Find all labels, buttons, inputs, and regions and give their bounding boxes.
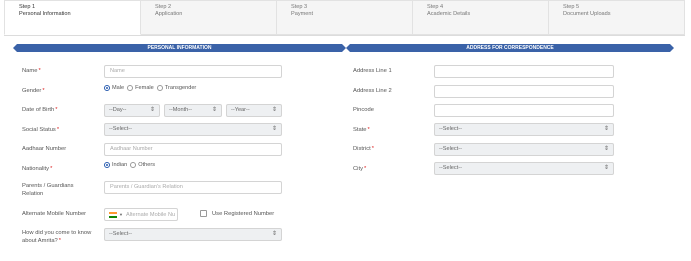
pincode-input[interactable] xyxy=(434,104,614,117)
radio-icon[interactable] xyxy=(156,85,163,91)
radio-icon[interactable] xyxy=(127,85,134,91)
nationality-label: Nationality* xyxy=(22,166,53,172)
updown-caret-icon: ⇕ xyxy=(603,126,609,132)
radio-checked-icon[interactable] xyxy=(104,85,110,91)
state-label: State* xyxy=(353,127,370,133)
city-select[interactable]: --Select-- ⇕ xyxy=(434,162,614,175)
updown-caret-icon: ⇕ xyxy=(149,107,155,113)
caret-down-icon[interactable]: ▼ xyxy=(119,212,123,217)
radio-checked-icon[interactable] xyxy=(104,162,110,168)
guardian-label: Parents / Guardians Relation xyxy=(22,183,74,197)
source-select[interactable]: --Select-- ⇕ xyxy=(104,228,282,241)
dob-label: Date of Birth* xyxy=(22,107,58,113)
gender-radio-group: Male Female Transgender xyxy=(104,85,199,91)
step-number: Step 5 xyxy=(563,4,580,10)
personal-info-banner: PERSONAL INFORMATION xyxy=(13,44,346,52)
step-title: Payment xyxy=(291,11,314,17)
source-label: How did you come to know about Amrita?* xyxy=(22,230,92,244)
name-label: Name* xyxy=(22,68,41,74)
district-select[interactable]: --Select-- ⇕ xyxy=(434,143,614,156)
aadhaar-label: Aadhaar Number xyxy=(22,146,67,152)
step-title: Application xyxy=(155,11,183,17)
nationality-others-option[interactable]: Others xyxy=(130,162,155,168)
step-3-tab[interactable]: Step 3 Payment xyxy=(277,0,413,35)
step-title: Academic Details xyxy=(427,11,471,17)
social-status-select[interactable]: --Select-- ⇕ xyxy=(104,123,282,136)
dob-month-select[interactable]: --Month-- ⇕ xyxy=(164,104,222,117)
updown-caret-icon: ⇕ xyxy=(271,126,277,132)
aadhaar-input[interactable]: Aadhaar Number xyxy=(104,143,282,156)
step-title: Document Uploads xyxy=(563,11,611,17)
checkbox-icon[interactable] xyxy=(200,210,207,217)
radio-icon[interactable] xyxy=(130,162,137,168)
address-line1-label: Address Line 1 xyxy=(353,68,392,74)
step-title: Personal Information xyxy=(19,11,71,17)
district-label: District* xyxy=(353,146,374,152)
address-line2-label: Address Line 2 xyxy=(353,88,392,94)
alt-mobile-input[interactable]: ▼ Alternate Mobile Nu xyxy=(104,208,178,221)
steps-bar: Step 1 Personal Information Step 2 Appli… xyxy=(4,0,685,36)
updown-caret-icon: ⇕ xyxy=(603,165,609,171)
step-1-tab[interactable]: Step 1 Personal Information xyxy=(4,0,141,35)
step-5-tab[interactable]: Step 5 Document Uploads xyxy=(549,0,685,35)
gender-female-option[interactable]: Female xyxy=(127,85,154,91)
india-flag-icon[interactable] xyxy=(109,211,117,218)
state-select[interactable]: --Select-- ⇕ xyxy=(434,123,614,136)
updown-caret-icon: ⇕ xyxy=(211,107,217,113)
use-registered-number[interactable]: Use Registered Number xyxy=(200,210,274,217)
city-label: City* xyxy=(353,166,367,172)
dob-day-select[interactable]: --Day-- ⇕ xyxy=(104,104,160,117)
pincode-label: Pincode xyxy=(353,107,374,113)
name-input[interactable]: Name xyxy=(104,65,282,78)
dob-year-select[interactable]: --Year-- ⇕ xyxy=(226,104,282,117)
gender-transgender-option[interactable]: Transgender xyxy=(156,85,196,91)
updown-caret-icon: ⇕ xyxy=(271,107,277,113)
nationality-indian-option[interactable]: Indian xyxy=(104,162,127,168)
step-4-tab[interactable]: Step 4 Academic Details xyxy=(413,0,549,35)
step-number: Step 3 xyxy=(291,4,308,10)
step-number: Step 2 xyxy=(155,4,172,10)
step-number: Step 1 xyxy=(19,4,36,10)
step-number: Step 4 xyxy=(427,4,444,10)
updown-caret-icon: ⇕ xyxy=(603,146,609,152)
address-line1-input[interactable] xyxy=(434,65,614,78)
guardian-input[interactable]: Parents / Guardian's Relation xyxy=(104,181,282,194)
updown-caret-icon: ⇕ xyxy=(271,231,277,237)
step-2-tab[interactable]: Step 2 Application xyxy=(141,0,277,35)
gender-label: Gender* xyxy=(22,88,45,94)
social-status-label: Social Status* xyxy=(22,127,60,133)
alt-mobile-label: Alternate Mobile Number xyxy=(22,211,87,217)
nationality-radio-group: Indian Others xyxy=(104,162,158,168)
gender-male-option[interactable]: Male xyxy=(104,85,124,91)
address-line2-input[interactable] xyxy=(434,85,614,98)
address-banner: ADDRESS FOR CORRESPONDENCE xyxy=(346,44,674,52)
